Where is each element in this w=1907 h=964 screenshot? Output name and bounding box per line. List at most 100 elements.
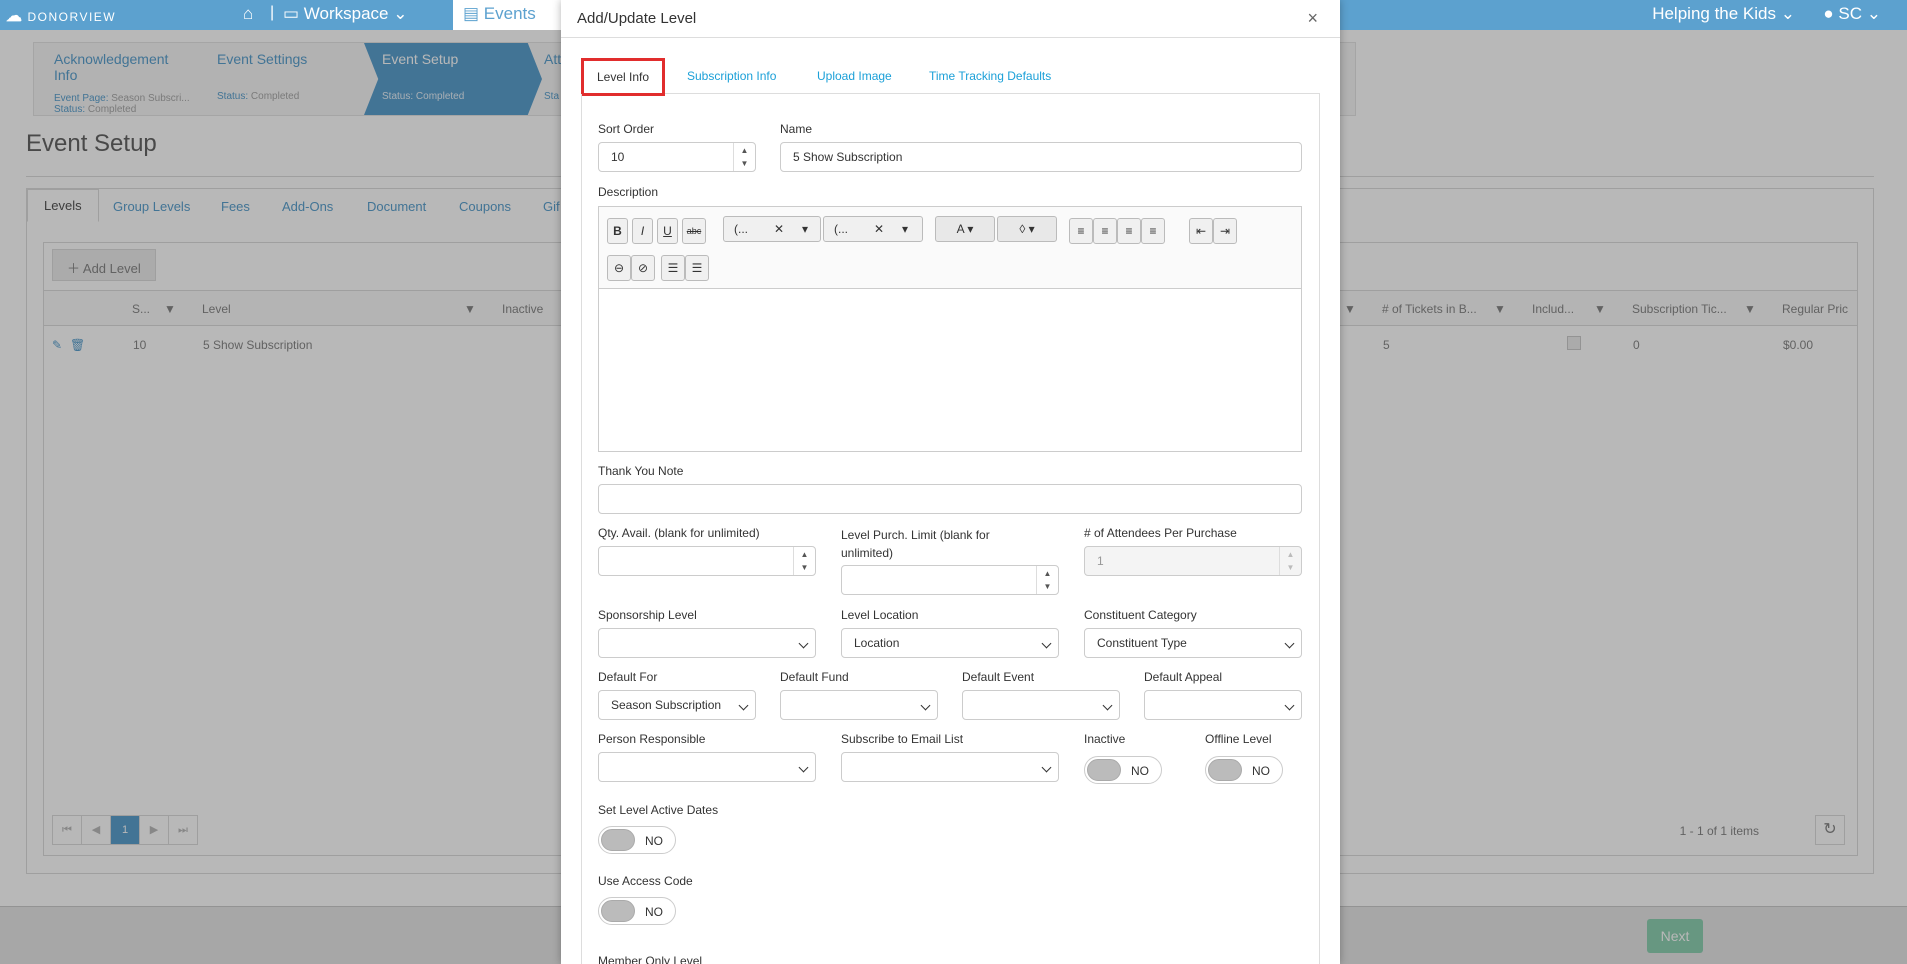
org-name: Helping the Kids — [1652, 4, 1777, 23]
spinner-arrows-icon[interactable]: ▲ ▼ — [733, 143, 755, 171]
name-input[interactable]: 5 Show Subscription — [780, 142, 1302, 172]
default-for-value: Season Subscription — [611, 698, 722, 712]
qty-label: Qty. Avail. (blank for unlimited) — [598, 526, 760, 540]
toggle-knob — [1208, 759, 1242, 781]
bold-icon[interactable]: B — [607, 218, 628, 244]
toggle-knob — [601, 900, 635, 922]
modal-tabs: Level Info Subscription Info Upload Imag… — [581, 58, 1320, 96]
clear-icon[interactable]: ✕ — [874, 217, 884, 241]
description-label: Description — [598, 185, 659, 199]
chevron-down-icon: ⌄ — [1866, 4, 1881, 23]
logo-text: DONORVIEW — [27, 10, 117, 24]
tab-level-info[interactable]: Level Info — [581, 58, 666, 96]
monitor-icon: ▭ — [283, 4, 300, 23]
events-label: Events — [483, 4, 536, 23]
limit-input[interactable]: ▲ ▼ — [841, 565, 1059, 595]
modal-title: Add/Update Level — [561, 0, 1340, 38]
toggle-state: NO — [645, 905, 663, 919]
workspace-menu[interactable]: ▭ Workspace ⌄ — [283, 4, 408, 24]
tab-subscription-info[interactable]: Subscription Info — [687, 69, 776, 83]
ticket-icon: ▤ — [463, 4, 480, 23]
default-for-select[interactable]: Season Subscription — [598, 690, 756, 720]
align-justify-icon[interactable]: ≡ — [1141, 218, 1165, 244]
indent-icon[interactable]: ⇥ — [1213, 218, 1237, 244]
location-value: Location — [854, 636, 900, 650]
default-fund-select[interactable] — [780, 690, 938, 720]
strikethrough-icon[interactable]: abc — [682, 218, 706, 244]
toggle-state: NO — [645, 834, 663, 848]
chevron-down-icon: ▾ — [802, 222, 809, 236]
home-icon[interactable]: ⌂ — [243, 4, 253, 24]
email-list-select[interactable] — [841, 752, 1059, 782]
text-color-icon[interactable]: A ▾ — [935, 216, 995, 242]
email-list-label: Subscribe to Email List — [841, 732, 964, 746]
member-only-label: Member Only Level — [598, 954, 703, 964]
location-label: Level Location — [841, 608, 919, 622]
sort-order-input[interactable]: 10 ▲ ▼ — [598, 142, 756, 172]
default-appeal-select[interactable] — [1144, 690, 1302, 720]
sort-order-label: Sort Order — [598, 122, 655, 136]
link-icon[interactable]: ⊖ — [607, 255, 631, 281]
offline-label: Offline Level — [1205, 732, 1272, 746]
unordered-list-icon[interactable]: ☰ — [685, 255, 709, 281]
qty-input[interactable]: ▲ ▼ — [598, 546, 816, 576]
name-label: Name — [780, 122, 813, 136]
align-right-icon[interactable]: ≡ — [1093, 218, 1117, 244]
align-left-icon[interactable]: ≡ — [1069, 218, 1093, 244]
toggle-state: NO — [1131, 764, 1149, 778]
cloud-icon: ☁ — [6, 8, 24, 25]
user-icon: ● — [1823, 4, 1834, 23]
clear-icon[interactable]: ✕ — [774, 217, 784, 241]
description-editor[interactable]: B I U abc (... ✕ ▾ (... ✕ ▾ A ▾ ◊ ▾ ≡ ≡ ≡ ≡ … — [598, 206, 1302, 452]
close-icon[interactable]: × — [1307, 8, 1318, 29]
ordered-list-icon[interactable]: ☰ — [661, 255, 685, 281]
workspace-label: Workspace — [303, 4, 389, 23]
events-menu[interactable]: ▤ Events — [453, 0, 563, 30]
toggle-state: NO — [1252, 764, 1270, 778]
attendees-label: # of Attendees Per Purchase — [1084, 526, 1237, 540]
spinner-arrows-icon[interactable]: ▲ ▼ — [793, 547, 815, 575]
limit-label: Level Purch. Limit (blank for unlimited) — [841, 528, 990, 560]
access-code-toggle[interactable]: NO — [598, 897, 676, 925]
default-event-label: Default Event — [962, 670, 1035, 684]
inactive-label: Inactive — [1084, 732, 1126, 746]
editor-toolbar: B I U abc (... ✕ ▾ (... ✕ ▾ A ▾ ◊ ▾ ≡ ≡ ≡ ≡ … — [599, 207, 1301, 289]
donorview-logo[interactable]: ☁ DONORVIEW — [6, 6, 116, 26]
constituent-label: Constituent Category — [1084, 608, 1197, 622]
spinner-arrows-icon[interactable]: ▲ ▼ — [1036, 566, 1058, 594]
chevron-down-icon: ⌄ — [1780, 4, 1795, 23]
default-for-label: Default For — [598, 670, 658, 684]
sponsorship-select[interactable] — [598, 628, 816, 658]
person-label: Person Responsible — [598, 732, 706, 746]
chevron-down-icon: ⌄ — [393, 4, 408, 23]
font-family-select[interactable]: (... ✕ ▾ — [723, 216, 821, 242]
tab-upload-image[interactable]: Upload Image — [817, 69, 892, 83]
italic-icon[interactable]: I — [632, 218, 653, 244]
unlink-icon[interactable]: ⊘ — [631, 255, 655, 281]
attendees-input[interactable]: 1 ▲ ▼ — [1084, 546, 1302, 576]
toggle-knob — [1087, 759, 1121, 781]
font-size-select[interactable]: (... ✕ ▾ — [823, 216, 923, 242]
constituent-select[interactable]: Constituent Type — [1084, 628, 1302, 658]
highlight-color-icon[interactable]: ◊ ▾ — [997, 216, 1057, 242]
sponsorship-label: Sponsorship Level — [598, 608, 697, 622]
font-size-value: (... — [834, 222, 848, 236]
active-dates-toggle[interactable]: NO — [598, 826, 676, 854]
offline-toggle[interactable]: NO — [1205, 756, 1283, 784]
default-event-select[interactable] — [962, 690, 1120, 720]
user-menu[interactable]: ● SC ⌄ — [1823, 4, 1881, 24]
thank-you-label: Thank You Note — [598, 464, 684, 478]
align-center-icon[interactable]: ≡ — [1117, 218, 1141, 244]
outdent-icon[interactable]: ⇤ — [1189, 218, 1213, 244]
thank-you-input[interactable] — [598, 484, 1302, 514]
sort-order-value: 10 — [611, 150, 625, 164]
access-code-label: Use Access Code — [598, 874, 693, 888]
org-switcher[interactable]: Helping the Kids ⌄ — [1652, 4, 1795, 24]
spinner-arrows-icon[interactable]: ▲ ▼ — [1279, 547, 1301, 575]
inactive-toggle[interactable]: NO — [1084, 756, 1162, 784]
underline-icon[interactable]: U — [657, 218, 678, 244]
person-select[interactable] — [598, 752, 816, 782]
tab-time-tracking-defaults[interactable]: Time Tracking Defaults — [929, 69, 1051, 83]
active-dates-label: Set Level Active Dates — [598, 803, 719, 817]
location-select[interactable]: Location — [841, 628, 1059, 658]
